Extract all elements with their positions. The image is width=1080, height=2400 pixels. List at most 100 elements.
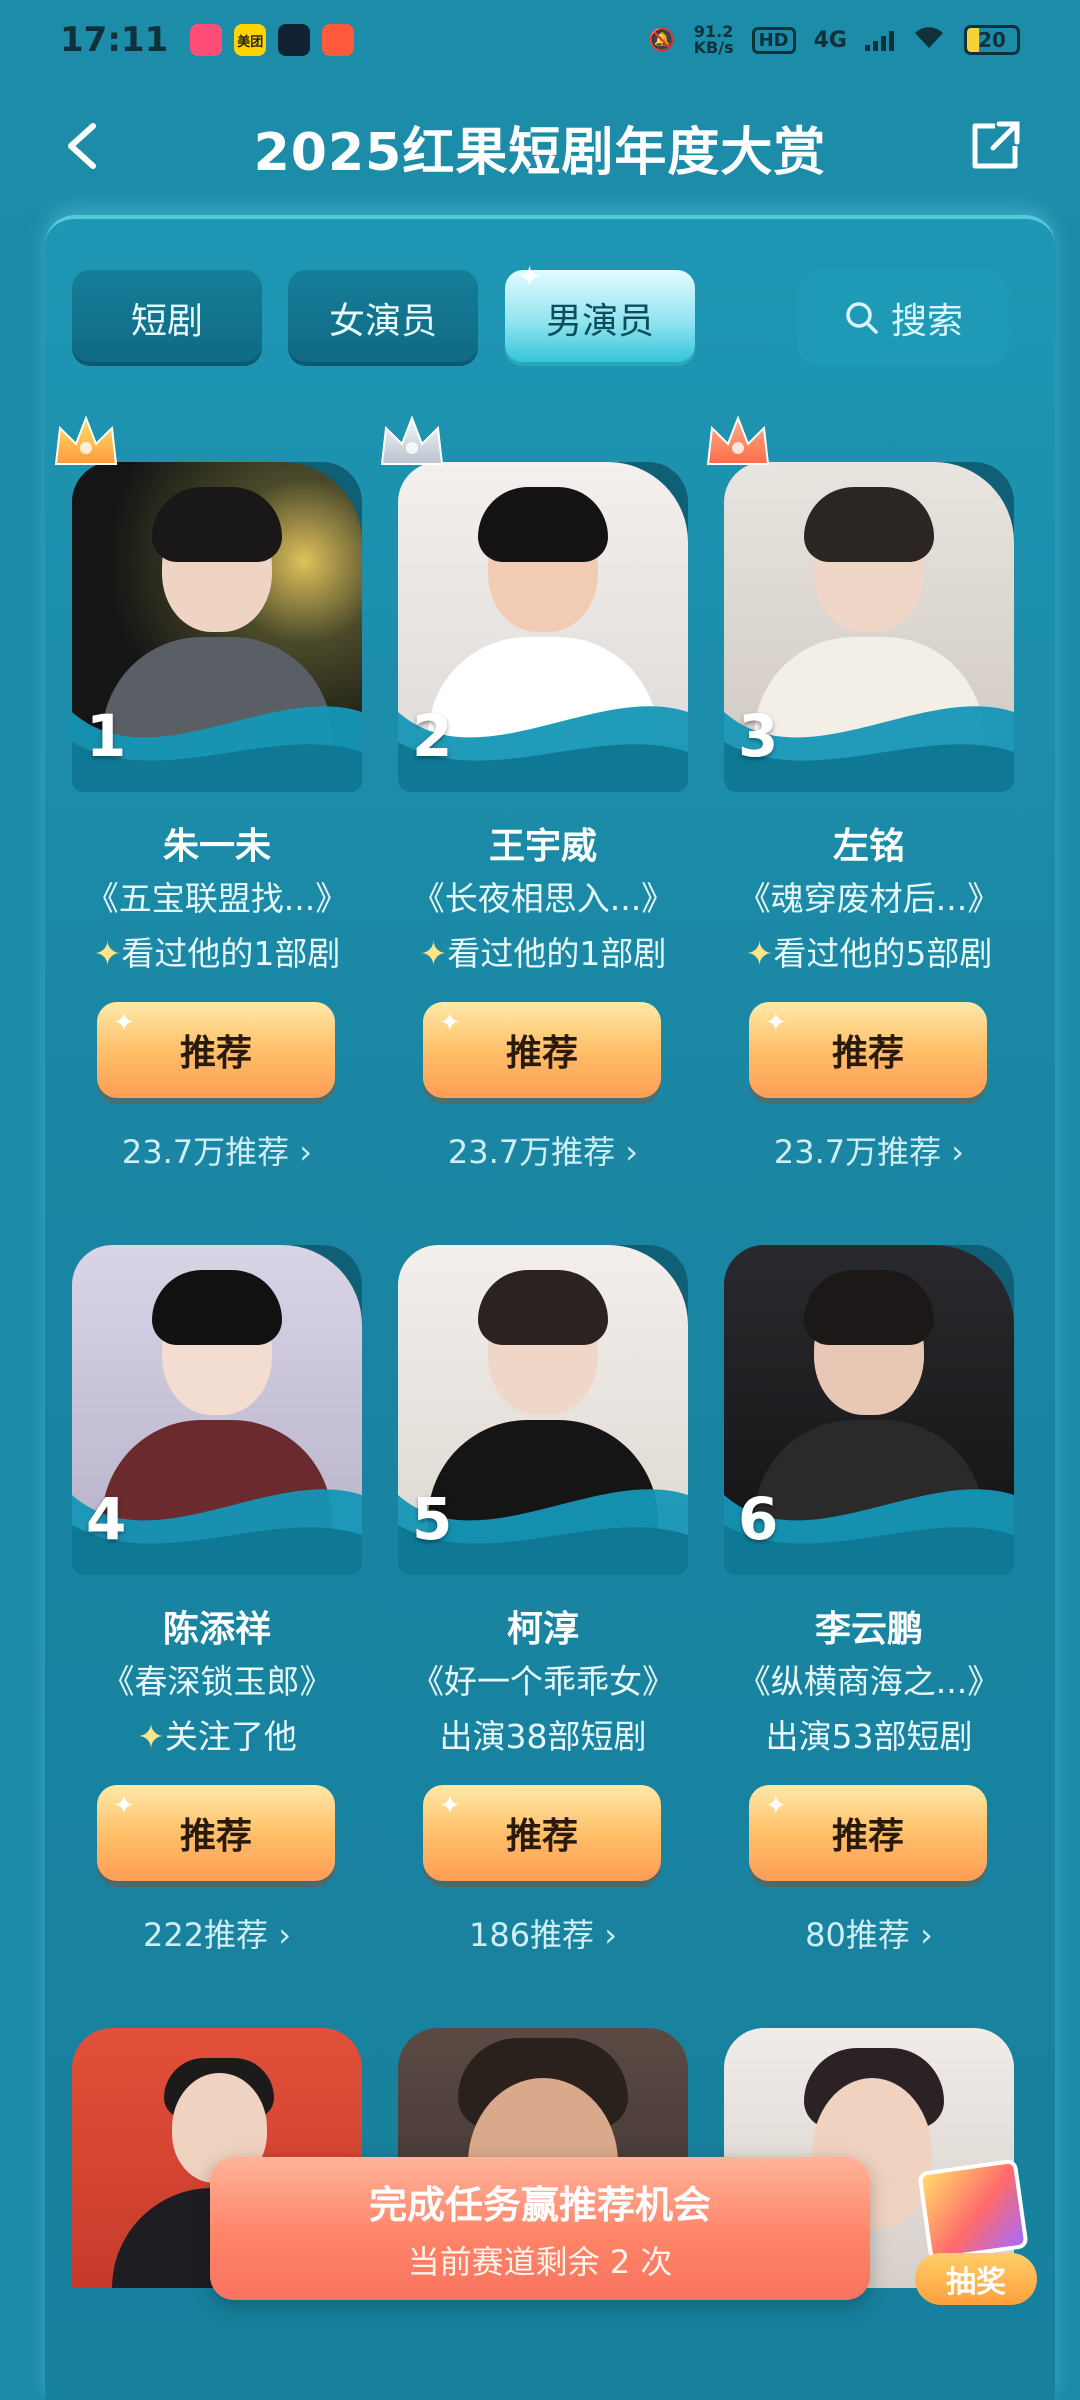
share-button[interactable] <box>965 116 1025 176</box>
net-speed: 91.2 KB/s <box>694 24 734 56</box>
back-button[interactable] <box>55 116 115 176</box>
rank-number: 4 <box>86 1485 127 1553</box>
rank-number: 1 <box>86 702 127 770</box>
lottery-card-icon <box>917 2158 1029 2262</box>
actor-note: ✦看过他的5部剧 <box>704 927 1034 975</box>
photo-detail <box>478 1270 608 1345</box>
recommend-count[interactable]: 23.7万推荐 › <box>724 1127 1014 1173</box>
recommend-button[interactable]: ✦ 推荐 <box>423 1785 661 1881</box>
tab-label: 女演员 <box>328 301 437 342</box>
sparkle-icon: ✦ <box>765 1791 787 1821</box>
actor-name: 左铭 <box>832 826 905 867</box>
tab-label: 男演员 <box>545 301 654 342</box>
status-indicators: 🔕 91.2 KB/s HD 4G 20 <box>648 24 1020 56</box>
photo-detail <box>152 1270 282 1345</box>
recommend-count[interactable]: 186推荐 › <box>398 1910 688 1956</box>
status-bar: 17:11 美团 🔕 91.2 KB/s HD 4G 20 <box>0 0 1080 80</box>
actor-photo[interactable]: 4 <box>72 1245 362 1575</box>
tab-actors[interactable]: ✦ 男演员 <box>505 260 695 366</box>
recommend-button[interactable]: ✦ 推荐 <box>749 1785 987 1881</box>
actor-photo[interactable]: 2 <box>398 462 688 792</box>
lottery-button[interactable]: 抽奖 <box>905 2158 1045 2305</box>
actor-photo[interactable]: 1 <box>72 462 362 792</box>
recommend-label: 推荐 <box>505 1816 578 1857</box>
recommend-button[interactable]: ✦ 推荐 <box>423 1002 661 1098</box>
page-title: 2025红果短剧年度大赏 <box>253 123 827 183</box>
actor-drama[interactable]: 《魂穿废材后...》 <box>704 872 1034 920</box>
search-label: 搜索 <box>890 301 963 342</box>
actor-photo[interactable]: 5 <box>398 1245 688 1575</box>
task-subtitle: 当前赛道剩余 2 次 <box>407 2243 673 2281</box>
chevron-left-icon <box>68 123 96 169</box>
net-speed-unit: KB/s <box>693 38 734 57</box>
note-text: 看过他的1部剧 <box>121 934 341 973</box>
note-text: 关注了他 <box>164 1717 297 1756</box>
recommend-count[interactable]: 222推荐 › <box>72 1910 362 1956</box>
rank-number: 2 <box>412 702 453 770</box>
sparkle-icon: ✦ <box>93 934 122 973</box>
actor-note: ✦看过他的1部剧 <box>52 927 382 975</box>
sparkle-icon: ✦ <box>745 934 774 973</box>
actor-drama[interactable]: 《好一个乖乖女》 <box>378 1655 708 1703</box>
recommend-label: 推荐 <box>179 1033 252 1074</box>
header-bar: 2025红果短剧年度大赏 <box>0 80 1080 215</box>
sparkle-icon: ✦ <box>137 1717 165 1756</box>
recommend-button[interactable]: ✦ 推荐 <box>749 1002 987 1098</box>
actor-name: 陈添祥 <box>162 1609 271 1650</box>
note-text: 出演38部短剧 <box>439 1717 647 1756</box>
lottery-label: 抽奖 <box>915 2253 1037 2305</box>
actor-name: 李云鹏 <box>814 1609 923 1650</box>
sparkle-icon: ✦ <box>113 1008 135 1038</box>
meituan-icon: 美团 <box>234 24 267 56</box>
actor-note: 出演53部短剧 <box>704 1710 1034 1758</box>
recommend-label: 推荐 <box>179 1816 252 1857</box>
battery-icon: 20 <box>964 25 1020 55</box>
note-text: 看过他的1部剧 <box>447 934 667 973</box>
share-icon <box>972 121 1020 169</box>
sparkle-icon: ✦ <box>113 1791 135 1821</box>
sparkle-icon: ✦ <box>439 1008 461 1038</box>
reader-app-icon <box>278 24 311 56</box>
search-icon <box>846 302 878 334</box>
sparkle-icon: ✦ <box>517 260 543 295</box>
recommend-label: 推荐 <box>831 1816 904 1857</box>
actor-drama[interactable]: 《纵横商海之...》 <box>704 1655 1034 1703</box>
actor-photo[interactable]: 3 <box>724 462 1014 792</box>
actor-name: 柯淳 <box>506 1609 579 1650</box>
task-title: 完成任务赢推荐机会 <box>368 2183 711 2227</box>
app-notification-icon <box>190 24 223 56</box>
mute-icon: 🔕 <box>648 27 676 53</box>
photo-detail <box>804 1270 934 1345</box>
actor-drama[interactable]: 《春深锁玉郎》 <box>52 1655 382 1703</box>
tab-actresses[interactable]: 女演员 <box>288 270 478 366</box>
recommend-button[interactable]: ✦ 推荐 <box>97 1785 335 1881</box>
photo-detail <box>804 487 934 562</box>
recommend-count[interactable]: 23.7万推荐 › <box>398 1127 688 1173</box>
actor-note: ✦关注了他 <box>52 1710 382 1758</box>
search-button[interactable]: 搜索 <box>797 270 1009 366</box>
status-app-icons: 美团 <box>190 24 355 56</box>
rank-number: 3 <box>738 702 779 770</box>
tab-short-drama[interactable]: 短剧 <box>72 270 262 366</box>
actor-drama[interactable]: 《五宝联盟找...》 <box>52 872 382 920</box>
signal-icon <box>865 29 894 51</box>
recommend-count[interactable]: 80推荐 › <box>724 1910 1014 1956</box>
sparkle-icon: ✦ <box>439 1791 461 1821</box>
hongguo-app-icon <box>322 24 355 56</box>
recommend-count[interactable]: 23.7万推荐 › <box>72 1127 362 1173</box>
actor-drama[interactable]: 《长夜相思入...》 <box>378 872 708 920</box>
wifi-icon <box>912 24 946 56</box>
photo-detail <box>478 487 608 562</box>
recommend-button[interactable]: ✦ 推荐 <box>97 1002 335 1098</box>
note-text: 看过他的5部剧 <box>773 934 993 973</box>
crown-icon <box>706 415 770 465</box>
sparkle-icon: ✦ <box>765 1008 787 1038</box>
rank-number: 5 <box>412 1485 453 1553</box>
sparkle-icon: ✦ <box>419 934 448 973</box>
task-banner[interactable]: 完成任务赢推荐机会 当前赛道剩余 2 次 <box>210 2157 870 2300</box>
hd-badge: HD <box>751 26 796 54</box>
photo-detail <box>152 487 282 562</box>
recommend-label: 推荐 <box>505 1033 578 1074</box>
actor-photo[interactable]: 6 <box>724 1245 1014 1575</box>
crown-icon <box>54 415 118 465</box>
